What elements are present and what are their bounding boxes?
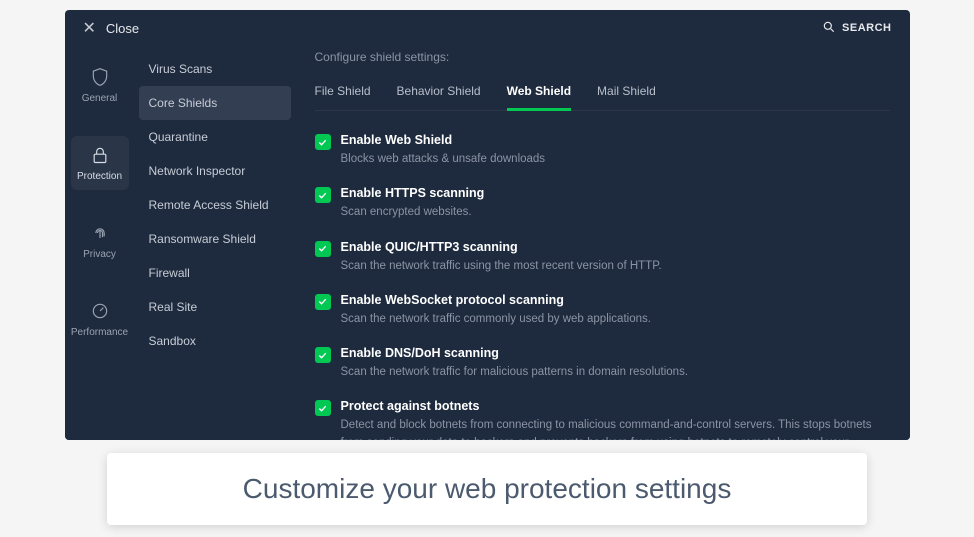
tab-web-shield[interactable]: Web Shield xyxy=(507,76,571,110)
setting-desc: Scan encrypted websites. xyxy=(341,204,890,221)
content-panel: Configure shield settings: File Shield Be… xyxy=(295,46,910,440)
nav-label: General xyxy=(82,93,118,104)
setting-title: Enable DNS/DoH scanning xyxy=(341,346,890,360)
sub-item-quarantine[interactable]: Quarantine xyxy=(135,120,295,154)
sub-item-core-shields[interactable]: Core Shields xyxy=(139,86,291,120)
close-label: Close xyxy=(106,21,139,36)
tab-behavior-shield[interactable]: Behavior Shield xyxy=(397,76,481,110)
search-button[interactable]: SEARCH xyxy=(822,20,891,37)
checkbox[interactable] xyxy=(315,134,331,150)
sub-item-sandbox[interactable]: Sandbox xyxy=(135,324,295,358)
settings-list: Enable Web Shield Blocks web attacks & un… xyxy=(315,133,890,440)
setting-text: Enable DNS/DoH scanning Scan the network … xyxy=(341,346,890,381)
checkbox[interactable] xyxy=(315,187,331,203)
setting-title: Enable Web Shield xyxy=(341,133,890,147)
topbar: ✕ Close SEARCH xyxy=(65,10,910,46)
lock-icon xyxy=(89,144,111,166)
sub-item-network-inspector[interactable]: Network Inspector xyxy=(135,154,295,188)
tab-file-shield[interactable]: File Shield xyxy=(315,76,371,110)
setting-row: Enable QUIC/HTTP3 scanning Scan the netwo… xyxy=(315,240,890,275)
nav-label: Privacy xyxy=(83,249,116,260)
nav-item-protection[interactable]: Protection xyxy=(71,136,129,190)
setting-row: Enable WebSocket protocol scanning Scan t… xyxy=(315,293,890,328)
setting-row: Enable HTTPS scanning Scan encrypted webs… xyxy=(315,186,890,221)
checkbox[interactable] xyxy=(315,241,331,257)
caption-card: Customize your web protection settings xyxy=(107,453,867,525)
nav-item-performance[interactable]: Performance xyxy=(71,292,129,346)
setting-text: Enable HTTPS scanning Scan encrypted webs… xyxy=(341,186,890,221)
setting-desc: Scan the network traffic for malicious p… xyxy=(341,364,890,381)
setting-text: Protect against botnets Detect and block … xyxy=(341,399,890,440)
fingerprint-icon xyxy=(89,222,111,244)
setting-row: Protect against botnets Detect and block … xyxy=(315,399,890,440)
main-area: General Protection Privacy Performance xyxy=(65,46,910,440)
setting-text: Enable WebSocket protocol scanning Scan t… xyxy=(341,293,890,328)
setting-text: Enable Web Shield Blocks web attacks & un… xyxy=(341,133,890,168)
setting-desc: Scan the network traffic using the most … xyxy=(341,258,890,275)
search-icon xyxy=(822,20,836,37)
setting-title: Enable HTTPS scanning xyxy=(341,186,890,200)
setting-row: Enable Web Shield Blocks web attacks & un… xyxy=(315,133,890,168)
shield-icon xyxy=(89,66,111,88)
nav-label: Performance xyxy=(71,327,128,338)
setting-title: Enable WebSocket protocol scanning xyxy=(341,293,890,307)
sub-nav: Virus ScansCore ShieldsQuarantineNetwork… xyxy=(135,46,295,440)
nav-label: Protection xyxy=(77,171,122,182)
nav-item-general[interactable]: General xyxy=(71,58,129,112)
checkbox[interactable] xyxy=(315,400,331,416)
setting-desc: Blocks web attacks & unsafe downloads xyxy=(341,151,890,168)
setting-desc: Detect and block botnets from connecting… xyxy=(341,417,890,440)
checkbox[interactable] xyxy=(315,347,331,363)
sub-item-ransomware-shield[interactable]: Ransomware Shield xyxy=(135,222,295,256)
sub-item-firewall[interactable]: Firewall xyxy=(135,256,295,290)
setting-text: Enable QUIC/HTTP3 scanning Scan the netwo… xyxy=(341,240,890,275)
nav-item-privacy[interactable]: Privacy xyxy=(71,214,129,268)
close-button[interactable]: ✕ Close xyxy=(83,18,140,38)
caption-text: Customize your web protection settings xyxy=(137,473,837,505)
close-icon: ✕ xyxy=(83,18,96,38)
setting-title: Protect against botnets xyxy=(341,399,890,413)
shield-tabs: File Shield Behavior Shield Web Shield Mail… xyxy=(315,76,890,111)
sub-item-real-site[interactable]: Real Site xyxy=(135,290,295,324)
setting-desc: Scan the network traffic commonly used b… xyxy=(341,311,890,328)
checkbox[interactable] xyxy=(315,294,331,310)
config-heading: Configure shield settings: xyxy=(315,46,890,76)
sub-item-virus-scans[interactable]: Virus Scans xyxy=(135,52,295,86)
gauge-icon xyxy=(89,300,111,322)
app-window: ✕ Close SEARCH General Protection xyxy=(65,10,910,440)
tab-mail-shield[interactable]: Mail Shield xyxy=(597,76,656,110)
search-label: SEARCH xyxy=(842,22,891,34)
nav-rail: General Protection Privacy Performance xyxy=(65,46,135,440)
sub-item-remote-access-shield[interactable]: Remote Access Shield xyxy=(135,188,295,222)
setting-row: Enable DNS/DoH scanning Scan the network … xyxy=(315,346,890,381)
setting-title: Enable QUIC/HTTP3 scanning xyxy=(341,240,890,254)
